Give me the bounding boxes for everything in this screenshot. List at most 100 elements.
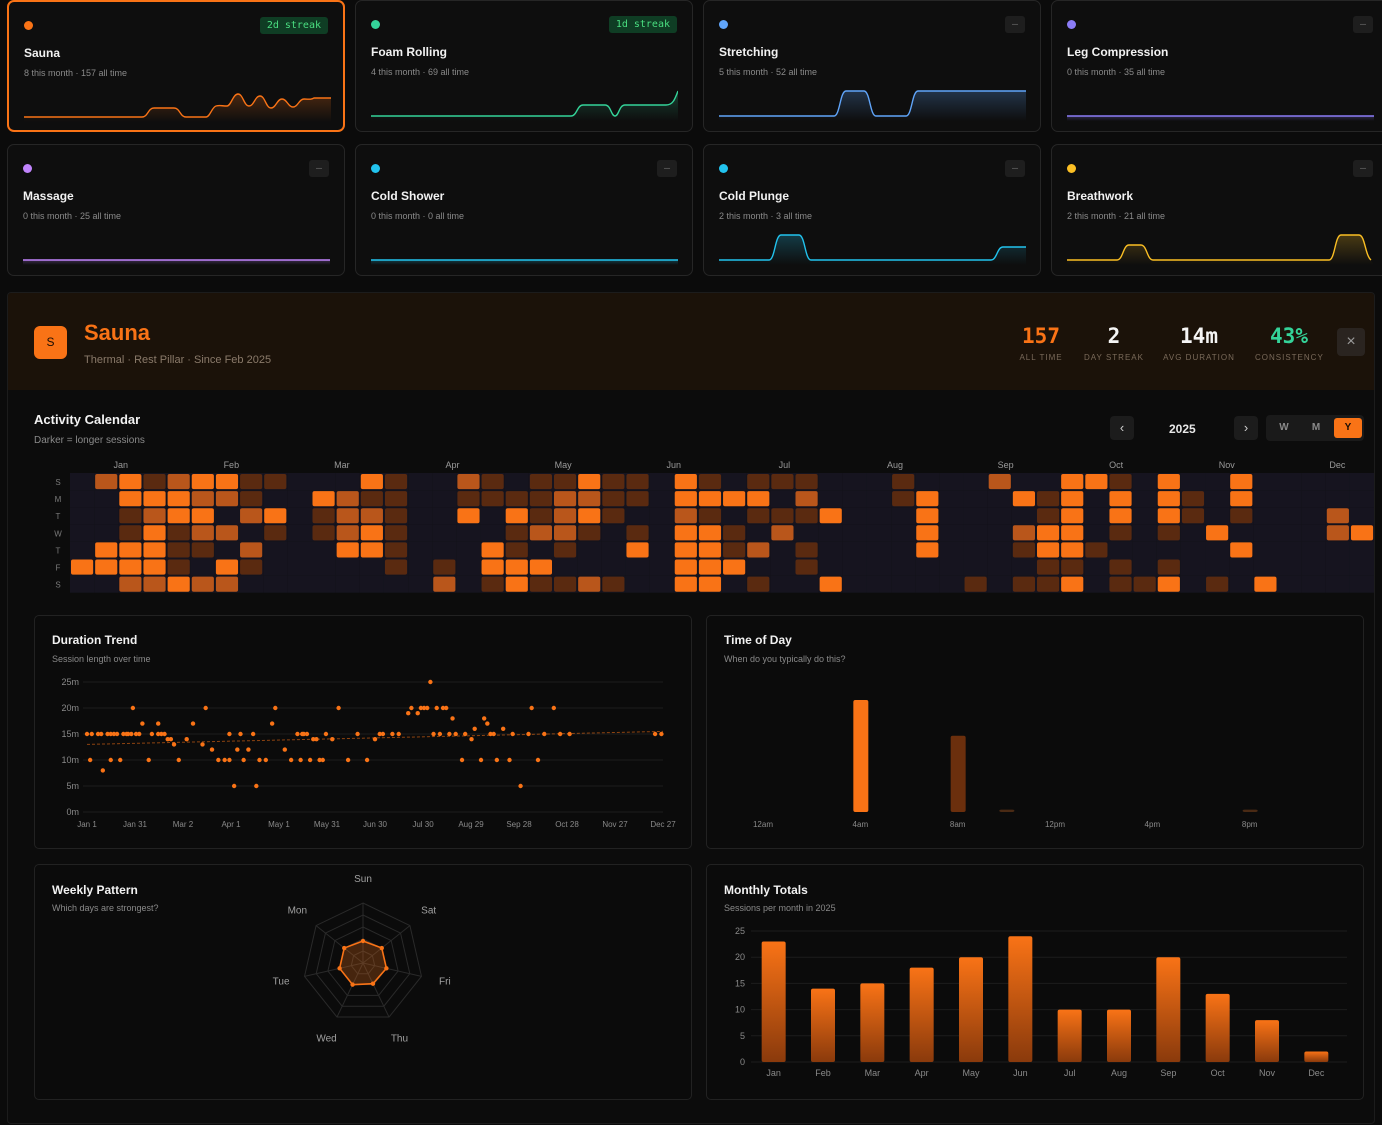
session-point bbox=[140, 721, 145, 726]
next-year-button[interactable]: › bbox=[1234, 416, 1258, 440]
session-point bbox=[345, 757, 351, 763]
close-icon[interactable]: × bbox=[1337, 328, 1365, 356]
heatmap-cell bbox=[1157, 474, 1180, 490]
activity-card-stretching[interactable]: – Stretching 5 this month · 52 all time bbox=[703, 0, 1041, 132]
heatmap-cell bbox=[891, 575, 916, 593]
heatmap-cell bbox=[794, 575, 819, 593]
heatmap-cell bbox=[143, 474, 166, 490]
prev-year-button[interactable]: ‹ bbox=[1110, 416, 1134, 440]
view-year-button[interactable]: Y bbox=[1334, 418, 1362, 438]
heatmap-cell bbox=[1374, 473, 1375, 490]
session-point bbox=[282, 747, 288, 752]
heatmap-cell bbox=[1084, 575, 1109, 593]
color-dot-icon bbox=[1067, 164, 1076, 173]
card-name: Leg Compression bbox=[1067, 45, 1169, 59]
heatmap-cell bbox=[698, 542, 722, 558]
view-week-button[interactable]: W bbox=[1270, 418, 1298, 438]
month-label: Mar bbox=[865, 1068, 881, 1078]
heatmap-cell bbox=[408, 473, 433, 491]
heatmap-cell bbox=[408, 524, 433, 542]
streak-badge: 1d streak bbox=[608, 16, 677, 33]
heatmap-cell bbox=[1012, 542, 1035, 558]
activity-card-leg-compression[interactable]: – Leg Compression 0 this month · 35 all … bbox=[1051, 0, 1382, 132]
heatmap-cell bbox=[1132, 507, 1157, 525]
heatmap-cell bbox=[1157, 525, 1180, 541]
heatmap-cell bbox=[818, 541, 843, 559]
streak-badge: – bbox=[1352, 160, 1373, 177]
heatmap-cell bbox=[987, 490, 1012, 508]
heatmap-cell bbox=[240, 542, 263, 558]
view-month-button[interactable]: M bbox=[1302, 418, 1330, 438]
heatmap-cell bbox=[554, 542, 577, 558]
card-stats: 4 this month · 69 all time bbox=[371, 67, 470, 77]
heatmap-cell bbox=[723, 491, 746, 507]
activity-card-cold-shower[interactable]: – Cold Shower 0 this month · 0 all time bbox=[355, 144, 693, 276]
heatmap-cell bbox=[70, 541, 95, 559]
session-point bbox=[250, 731, 256, 737]
heatmap-cell bbox=[1374, 524, 1375, 541]
heatmap-cell bbox=[842, 473, 867, 491]
session-point bbox=[542, 731, 547, 737]
color-dot-icon bbox=[719, 20, 728, 29]
session-point bbox=[491, 731, 496, 737]
heatmap-cell bbox=[1206, 525, 1229, 541]
weekday-label: T bbox=[56, 512, 61, 521]
heatmap-cell bbox=[602, 474, 625, 490]
heatmap-cell bbox=[1085, 474, 1108, 490]
heatmap-cell bbox=[795, 542, 818, 558]
heatmap-cell bbox=[674, 576, 697, 592]
heatmap-cell bbox=[578, 525, 601, 541]
detail-header: S Sauna Thermal · Rest Pillar · Since Fe… bbox=[8, 293, 1374, 390]
radar-point bbox=[360, 938, 366, 944]
heatmap-cell bbox=[554, 474, 577, 490]
activity-card-cold-plunge[interactable]: – Cold Plunge 2 this month · 3 all time bbox=[703, 144, 1041, 276]
streak-badge: – bbox=[1004, 160, 1025, 177]
y-tick-label: 0 bbox=[740, 1057, 745, 1067]
activity-card-sauna[interactable]: 2d streak Sauna 8 this month · 157 all t… bbox=[7, 0, 345, 132]
heatmap-cell bbox=[698, 525, 722, 541]
heatmap-cell bbox=[1109, 508, 1132, 524]
heatmap-cell bbox=[1325, 575, 1350, 593]
heatmap-cell bbox=[1326, 525, 1349, 541]
y-tick-label: 5 bbox=[740, 1031, 745, 1041]
heatmap-cell bbox=[1230, 474, 1253, 490]
heatmap-cell bbox=[119, 508, 142, 524]
activity-card-foam-rolling[interactable]: 1d streak Foam Rolling 4 this month · 69… bbox=[355, 0, 693, 132]
heatmap-cell bbox=[481, 474, 504, 490]
session-point bbox=[652, 731, 658, 737]
view-toggle: W M Y bbox=[1266, 415, 1364, 441]
card-stats: 2 this month · 21 all time bbox=[1067, 211, 1166, 221]
heatmap-cell bbox=[601, 524, 626, 542]
heatmap-cell bbox=[1132, 490, 1157, 508]
heatmap-cell bbox=[119, 576, 142, 592]
heatmap-cell bbox=[143, 542, 166, 558]
x-tick-label: Dec 27 bbox=[650, 820, 676, 829]
activity-card-breathwork[interactable]: – Breathwork 2 this month · 21 all time bbox=[1051, 144, 1382, 276]
month-bar bbox=[1156, 957, 1181, 1062]
radar-label: Sun bbox=[354, 874, 372, 885]
heatmap-cell bbox=[263, 541, 288, 559]
session-point bbox=[190, 721, 196, 726]
x-tick-label: Jun 30 bbox=[363, 820, 388, 829]
sparkline-area bbox=[23, 260, 330, 265]
heatmap-cell bbox=[698, 474, 722, 490]
heatmap-cell bbox=[71, 559, 94, 575]
heatmap-cell bbox=[529, 508, 552, 524]
month-label: Dec bbox=[1308, 1068, 1325, 1078]
card-name: Cold Plunge bbox=[719, 189, 789, 203]
session-point bbox=[227, 757, 232, 763]
monthly-totals-card: Monthly Totals Sessions per month in 202… bbox=[706, 864, 1364, 1100]
activity-card-massage[interactable]: – Massage 0 this month · 25 all time bbox=[7, 144, 345, 276]
heatmap-cell bbox=[456, 541, 481, 559]
heatmap-cell bbox=[674, 559, 697, 575]
session-point bbox=[409, 705, 414, 711]
card-name: Stretching bbox=[719, 45, 779, 59]
heatmap-cell bbox=[457, 474, 480, 490]
heatmap-cell bbox=[143, 576, 166, 592]
session-point bbox=[304, 731, 310, 737]
heatmap-cell bbox=[70, 524, 95, 542]
heatmap-cell bbox=[1181, 491, 1205, 507]
heatmap-cell bbox=[554, 576, 577, 592]
heatmap-cell bbox=[770, 575, 795, 593]
heatmap-cell bbox=[602, 508, 625, 524]
